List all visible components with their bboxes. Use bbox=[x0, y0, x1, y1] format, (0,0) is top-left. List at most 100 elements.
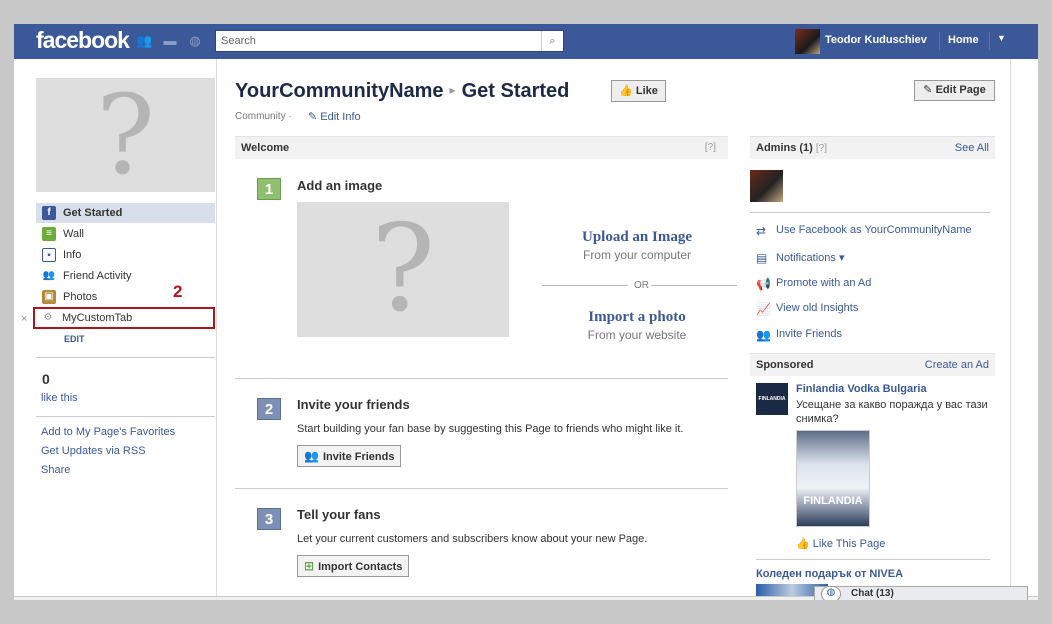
nav-item-mycustomtab[interactable]: ⚙ MyCustomTab bbox=[33, 307, 215, 329]
thumbs-up-icon: 👍 bbox=[796, 538, 810, 550]
create-ad-link[interactable]: Create an Ad bbox=[925, 359, 989, 371]
or-separator: OR bbox=[634, 280, 649, 291]
like-button[interactable]: 👍 Like bbox=[611, 80, 666, 102]
edit-page-label: Edit Page bbox=[935, 84, 986, 96]
step-description: Let your current customers and subscribe… bbox=[297, 533, 648, 545]
action-label: View old Insights bbox=[776, 302, 859, 314]
edit-tabs-link[interactable]: EDIT bbox=[64, 334, 85, 344]
user-name-link[interactable]: Teodor Kuduschiev bbox=[825, 34, 927, 46]
nav-item-friend-activity[interactable]: 👥 Friend Activity bbox=[36, 266, 215, 286]
rss-link[interactable]: Get Updates via RSS bbox=[41, 445, 146, 457]
notifications-icon: ▤ bbox=[756, 251, 768, 265]
divider bbox=[750, 212, 990, 213]
divider bbox=[756, 559, 990, 560]
nav-item-info[interactable]: ▪ Info bbox=[36, 245, 215, 265]
edit-page-button[interactable]: ✎ Edit Page bbox=[914, 80, 995, 101]
divider bbox=[989, 32, 990, 50]
divider bbox=[939, 32, 940, 50]
remove-tab-icon[interactable]: × bbox=[21, 313, 27, 325]
divider bbox=[542, 285, 628, 286]
step-title: Invite your friends bbox=[297, 397, 410, 412]
annotation-number: 2 bbox=[173, 282, 183, 301]
ad-like-page-link[interactable]: 👍 Like This Page bbox=[796, 537, 885, 550]
like-this-link[interactable]: like this bbox=[41, 392, 78, 404]
ad-logo[interactable]: FINLANDIA bbox=[756, 383, 788, 415]
pencil-icon: ✎ bbox=[308, 111, 318, 123]
facebook-logo[interactable]: facebook bbox=[36, 27, 130, 54]
upload-image-subtitle: From your computer bbox=[582, 248, 692, 262]
breadcrumb-separator-icon: ▸ bbox=[449, 83, 456, 97]
add-contact-icon: ⊞ bbox=[304, 559, 315, 573]
thumbs-up-icon: 👍 bbox=[619, 85, 633, 97]
import-photo-link[interactable]: Import a photo bbox=[537, 309, 737, 326]
messages-icon[interactable]: ▬ bbox=[162, 33, 178, 49]
edit-info-link[interactable]: ✎ Edit Info bbox=[308, 110, 361, 123]
like-count: 0 bbox=[42, 371, 50, 387]
like-button-label: Like bbox=[635, 85, 658, 97]
facebook-f-icon: f bbox=[42, 206, 56, 220]
divider bbox=[216, 59, 217, 600]
ad-text: Усещане за какво поражда у вас тази сним… bbox=[796, 399, 988, 425]
help-link[interactable]: [?] bbox=[705, 142, 716, 153]
import-photo-subtitle: From your website bbox=[587, 328, 687, 342]
ad2-title-link[interactable]: Коледен подарък от NIVEA bbox=[756, 568, 903, 580]
action-label: Notifications ▾ bbox=[776, 252, 845, 264]
account-menu-arrow-icon[interactable]: ▼ bbox=[997, 33, 1006, 43]
nav-item-label: Wall bbox=[63, 228, 84, 240]
home-link[interactable]: Home bbox=[948, 34, 979, 46]
divider bbox=[235, 378, 728, 379]
invite-friends-button[interactable]: 👥 Invite Friends bbox=[297, 445, 402, 467]
friends-icon: 👥 bbox=[42, 270, 56, 281]
page-name[interactable]: YourCommunityName bbox=[235, 80, 444, 102]
gears-icon: ⚙ bbox=[43, 312, 53, 323]
share-link[interactable]: Share bbox=[41, 464, 70, 476]
photos-icon: ▣ bbox=[42, 290, 56, 304]
friends-icon: 👥 bbox=[756, 328, 771, 342]
step-description: Start building your fan base by suggesti… bbox=[297, 423, 684, 435]
import-contacts-button[interactable]: ⊞ Import Contacts bbox=[297, 555, 410, 577]
friend-requests-icon[interactable]: 👥 bbox=[136, 33, 152, 49]
add-to-favorites-link[interactable]: Add to My Page's Favorites bbox=[41, 426, 175, 438]
image-placeholder: ? bbox=[297, 202, 509, 337]
ad-image[interactable]: FINLANDIA bbox=[796, 430, 870, 527]
notifications-globe-icon[interactable]: ◍ bbox=[187, 33, 203, 49]
nav-item-photos[interactable]: ▣ Photos bbox=[36, 287, 215, 307]
top-bar: facebook 👥 ▬ ◍ ⌕ Teodor Kuduschiev Home … bbox=[14, 24, 1038, 59]
friends-icon: 👥 bbox=[304, 449, 319, 463]
edit-info-label: Edit Info bbox=[320, 111, 361, 123]
divider bbox=[651, 285, 737, 286]
welcome-title: Welcome bbox=[241, 142, 290, 154]
nav-item-get-started[interactable]: f Get Started bbox=[36, 203, 215, 223]
nav-item-label: Info bbox=[63, 249, 82, 261]
user-avatar[interactable] bbox=[795, 29, 820, 54]
sponsored-header: Sponsored Create an Ad bbox=[750, 353, 995, 376]
step-number: 3 bbox=[257, 508, 281, 530]
pencil-icon: ✎ bbox=[923, 84, 933, 96]
step-number: 1 bbox=[257, 178, 281, 200]
insights-icon: 📈 bbox=[756, 302, 771, 316]
globe-icon[interactable]: ◍ bbox=[821, 586, 841, 600]
divider bbox=[235, 488, 728, 489]
nav-item-label: Friend Activity bbox=[63, 270, 132, 282]
info-icon: ▪ bbox=[42, 248, 56, 262]
section-title: Get Started bbox=[461, 80, 570, 102]
nav-item-label: Photos bbox=[63, 291, 98, 303]
megaphone-icon: 📢 bbox=[756, 277, 771, 291]
search-input[interactable] bbox=[216, 31, 538, 51]
ad-title-link[interactable]: Finlandia Vodka Bulgaria bbox=[796, 383, 927, 395]
admins-title-text: Admins (1) bbox=[756, 142, 813, 154]
action-label: Use Facebook as YourCommunityName bbox=[776, 224, 972, 236]
divider bbox=[36, 416, 215, 417]
help-link[interactable]: [?] bbox=[816, 143, 827, 154]
nav-item-wall[interactable]: ≡ Wall bbox=[36, 224, 215, 244]
profile-picture-placeholder[interactable]: ? bbox=[36, 78, 215, 192]
step-title: Tell your fans bbox=[297, 507, 381, 522]
admin-avatar[interactable] bbox=[750, 170, 783, 202]
sponsored-title: Sponsored bbox=[756, 359, 814, 371]
nav-item-label: Get Started bbox=[63, 207, 123, 219]
upload-image-link[interactable]: Upload an Image bbox=[537, 229, 737, 246]
chat-bar[interactable]: ◍ Chat (13) bbox=[814, 586, 1028, 600]
switch-user-icon: ⇄ bbox=[756, 224, 767, 238]
search-icon[interactable]: ⌕ bbox=[541, 31, 563, 51]
see-all-link[interactable]: See All bbox=[955, 142, 989, 154]
